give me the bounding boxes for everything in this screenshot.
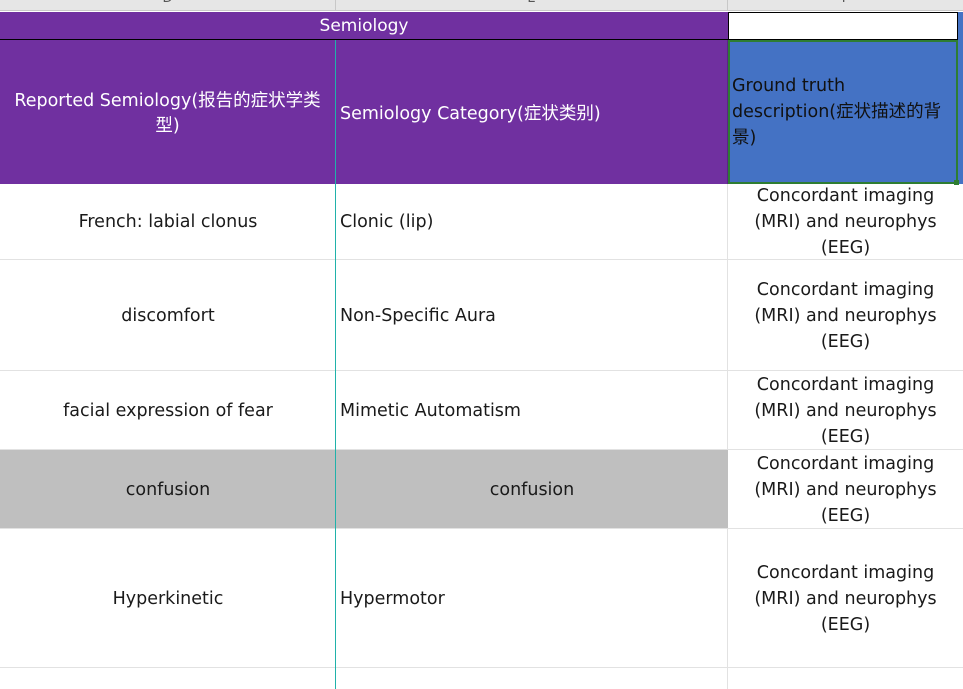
cell-category[interactable]: Clonic (lip) [336, 184, 728, 260]
cell-category-text: Mimetic Automatism [340, 400, 521, 421]
semiology-group-label: Semiology [319, 15, 409, 36]
cell-category-text: confusion [489, 479, 575, 500]
cell-ground-truth-text: Concordant imaging (MRI) and neurophys (… [754, 279, 937, 352]
cell-category-highlighted[interactable]: confusion [336, 450, 728, 529]
cell-reported-text: Hyperkinetic [112, 588, 224, 609]
frozen-column-divider [335, 40, 336, 689]
cell-category[interactable]: Mimetic Automatism [336, 371, 728, 450]
cell-reported-highlighted[interactable]: confusion [0, 450, 336, 529]
edge-cell-g2[interactable] [958, 40, 963, 184]
gridline-horizontal [0, 667, 963, 668]
cell-category-text: Clonic (lip) [340, 212, 434, 232]
header-category-label: Semiology Category(症状类别) [340, 103, 601, 124]
cell-reported[interactable]: French: labial clonus [0, 184, 336, 260]
cell-category[interactable]: Hypermotor [336, 529, 728, 668]
cell-ground-truth[interactable]: Concordant imaging (MRI) and neurophys (… [728, 529, 963, 668]
spreadsheet-grid: D E F Semiology Reported Semiology(报告的症状… [0, 0, 963, 689]
header-semiology-category[interactable]: Semiology Category(症状类别) [336, 40, 728, 184]
cell-ground-truth[interactable]: Concordant imaging (MRI) and neurophys (… [728, 260, 963, 371]
cell-reported[interactable]: Hyperkinetic [0, 529, 336, 668]
cell-ground-truth[interactable]: Concordant imaging (MRI) and neurophys (… [728, 450, 963, 529]
column-header-d[interactable]: D [0, 0, 336, 11]
header-ground-truth-label: Ground truth description(症状描述的背景) [732, 76, 942, 148]
header-reported-semiology[interactable]: Reported Semiology(报告的症状学类型) [0, 40, 336, 184]
cell-ground-truth-text: Concordant imaging (MRI) and neurophys (… [754, 562, 937, 635]
cell-ground-truth-text: Concordant imaging (MRI) and neurophys (… [754, 186, 937, 258]
column-header-e[interactable]: E [336, 0, 728, 11]
cell-category[interactable]: Non-Specific Aura [336, 260, 728, 371]
semiology-group-header[interactable]: Semiology [0, 12, 728, 40]
header-ground-truth-selected[interactable]: Ground truth description(症状描述的背景) [728, 40, 958, 184]
column-header-f[interactable]: F [728, 0, 963, 11]
empty-cell-f1[interactable] [728, 12, 958, 40]
cell-category-text: Hypermotor [340, 588, 445, 609]
cell-category-text: Non-Specific Aura [340, 305, 496, 326]
cell-ground-truth[interactable]: Concordant imaging (MRI) and neurophys (… [728, 371, 963, 450]
cell-reported-text: discomfort [121, 305, 215, 326]
header-reported-label: Reported Semiology(报告的症状学类型) [14, 91, 321, 136]
cell-reported-text: confusion [125, 479, 211, 500]
cell-reported-text: French: labial clonus [78, 212, 258, 232]
cell-ground-truth-text: Concordant imaging (MRI) and neurophys (… [754, 374, 937, 447]
cell-reported[interactable]: facial expression of fear [0, 371, 336, 450]
edge-cell-g1[interactable] [958, 12, 963, 40]
cell-reported-text: facial expression of fear [63, 400, 273, 421]
cell-ground-truth-text: Concordant imaging (MRI) and neurophys (… [754, 453, 937, 526]
cell-ground-truth[interactable]: Concordant imaging (MRI) and neurophys (… [728, 184, 963, 260]
cell-reported[interactable]: discomfort [0, 260, 336, 371]
